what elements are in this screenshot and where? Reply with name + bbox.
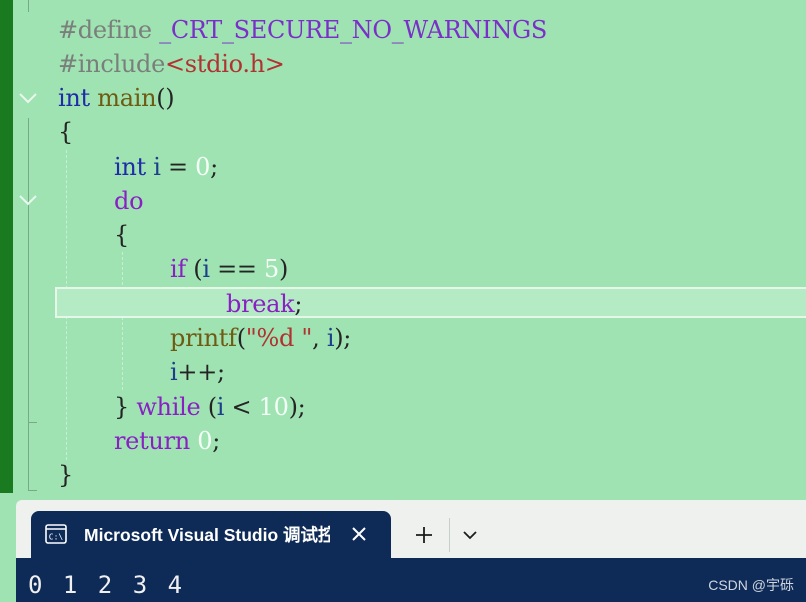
code-token: { [114, 221, 129, 249]
code-token: return [114, 427, 190, 455]
code-token: #define [58, 16, 160, 44]
code-token: } [114, 393, 137, 421]
code-token: ( [185, 255, 203, 283]
code-token: int [58, 84, 90, 112]
code-line[interactable]: #include<stdio.h> [58, 47, 285, 81]
code-token: ( [200, 393, 217, 421]
code-line[interactable]: { [58, 115, 73, 149]
svg-text:C:\: C:\ [49, 533, 64, 542]
fold-chevron-icon[interactable] [18, 190, 38, 210]
code-token: () [156, 84, 175, 112]
code-token: main [97, 84, 157, 112]
code-line[interactable]: break; [226, 287, 302, 321]
code-token: } [58, 461, 73, 489]
code-token: #include [58, 50, 165, 78]
code-token: i [153, 153, 161, 181]
code-token: if [170, 255, 186, 283]
code-token: { [58, 118, 73, 146]
current-line-highlight [55, 287, 806, 318]
fold-guide-line [28, 118, 29, 490]
code-line[interactable]: printf("%d ", i); [170, 321, 351, 355]
code-line[interactable]: int main() [58, 81, 175, 115]
console-icon: C:\ [45, 524, 67, 544]
code-line[interactable]: i++; [170, 355, 225, 389]
code-token: < [224, 393, 259, 421]
close-icon[interactable] [349, 524, 369, 544]
code-token: ; [294, 290, 303, 318]
indent-guide [122, 252, 123, 390]
code-token: == [209, 255, 265, 283]
code-token: while [136, 393, 201, 421]
fold-end-tick [28, 490, 37, 491]
code-token: break [226, 290, 295, 318]
code-token: <stdio.h> [164, 50, 285, 78]
plus-icon[interactable] [412, 523, 436, 547]
code-line[interactable]: if (i == 5) [170, 252, 288, 286]
code-token: = [160, 153, 196, 181]
code-line[interactable]: return 0; [114, 424, 220, 458]
code-token: ( [236, 324, 246, 352]
code-line[interactable]: #define _CRT_SECURE_NO_WARNINGS [58, 13, 547, 47]
chevron-down-icon[interactable] [460, 525, 480, 545]
change-indicator-bar [0, 0, 13, 493]
fold-chevron-icon[interactable] [18, 88, 38, 108]
code-token: , [312, 324, 327, 352]
code-editor[interactable]: #define _CRT_SECURE_NO_WARNINGS #include<… [0, 0, 806, 500]
code-token: ; [210, 153, 218, 181]
code-token: i [202, 255, 210, 283]
fold-guide-line [28, 0, 29, 12]
fold-end-tick [28, 422, 37, 423]
code-line[interactable]: int i = 0; [114, 150, 218, 184]
code-token: ); [334, 324, 352, 352]
console-output-text: 0 1 2 3 4 [28, 571, 186, 599]
code-token: 5 [264, 255, 280, 283]
code-token: ++; [177, 358, 225, 386]
code-token: 10 [258, 393, 289, 421]
code-line[interactable]: } while (i < 10); [114, 390, 306, 424]
code-line[interactable]: do [114, 184, 144, 218]
code-token: ; [212, 427, 221, 455]
code-token: _CRT_SECURE_NO_WARNINGS [159, 16, 548, 44]
code-token: ); [288, 393, 306, 421]
code-token: do [114, 187, 144, 215]
code-token: "%d " [245, 324, 313, 352]
toolbar-divider [449, 518, 450, 552]
code-token: int [114, 153, 146, 181]
console-tab-title: Microsoft Visual Studio 调试控制台 [84, 525, 330, 545]
code-token: ) [279, 255, 289, 283]
code-line[interactable]: { [114, 218, 129, 252]
code-token: 0 [197, 427, 213, 455]
code-line[interactable]: } [58, 458, 73, 492]
watermark: CSDN @宇砾 [708, 577, 794, 593]
code-token: 0 [195, 153, 211, 181]
code-token: printf [170, 324, 237, 352]
